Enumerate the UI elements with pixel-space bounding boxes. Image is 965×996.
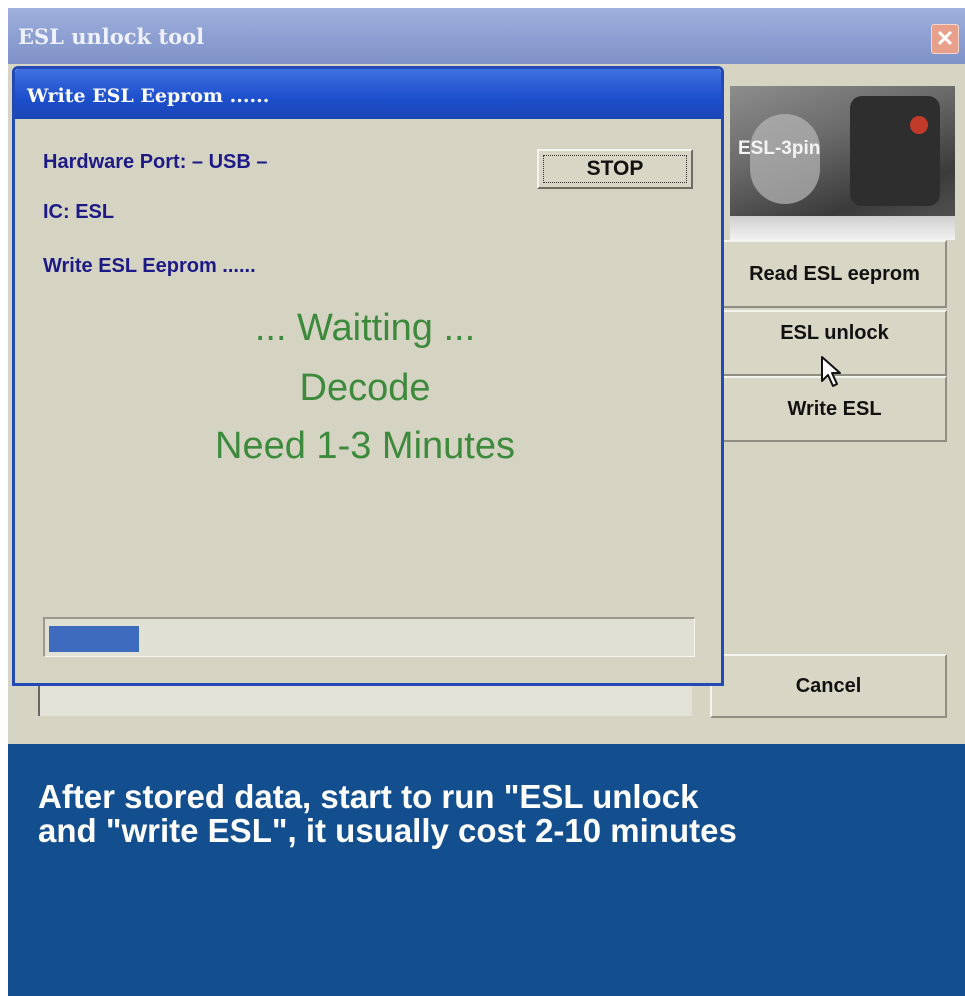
read-esl-eeprom-button[interactable]: Read ESL eeprom <box>722 240 947 308</box>
status-waiting: ... Waitting ... <box>254 307 476 349</box>
progress-bar <box>43 617 695 657</box>
write-eeprom-dialog: Write ESL Eeprom ...... Hardware Port: –… <box>12 66 724 686</box>
status-time-needed: Need 1-3 Minutes <box>215 425 515 467</box>
caption-line-1: After stored data, start to run "ESL unl… <box>38 778 699 815</box>
operation-label: Write ESL Eeprom ...... <box>43 255 256 277</box>
status-decode: Decode <box>299 367 431 409</box>
dialog-title: Write ESL Eeprom ...... <box>27 85 270 107</box>
caption-bar: After stored data, start to run "ESL unl… <box>8 744 965 996</box>
cancel-button[interactable]: Cancel <box>710 654 947 718</box>
esl-photo: ESL-3pin <box>730 86 955 240</box>
status-field <box>38 684 692 716</box>
caption-line-2: and "write ESL", it usually cost 2-10 mi… <box>38 812 737 849</box>
esl-photo-label: ESL-3pin <box>738 138 821 159</box>
main-titlebar[interactable]: ESL unlock tool ✕ <box>8 8 965 64</box>
close-icon: ✕ <box>935 26 955 51</box>
stop-button[interactable]: STOP <box>537 149 693 189</box>
main-window-title: ESL unlock tool <box>18 24 205 49</box>
hardware-port-label: Hardware Port: – USB – <box>43 151 268 173</box>
mouse-pointer-icon <box>820 355 846 394</box>
caption: After stored data, start to run "ESL unl… <box>38 780 948 848</box>
dialog-titlebar[interactable]: Write ESL Eeprom ...... <box>15 69 721 119</box>
progress-fill <box>49 626 139 652</box>
ic-label: IC: ESL <box>43 201 115 223</box>
close-button[interactable]: ✕ <box>931 24 959 54</box>
